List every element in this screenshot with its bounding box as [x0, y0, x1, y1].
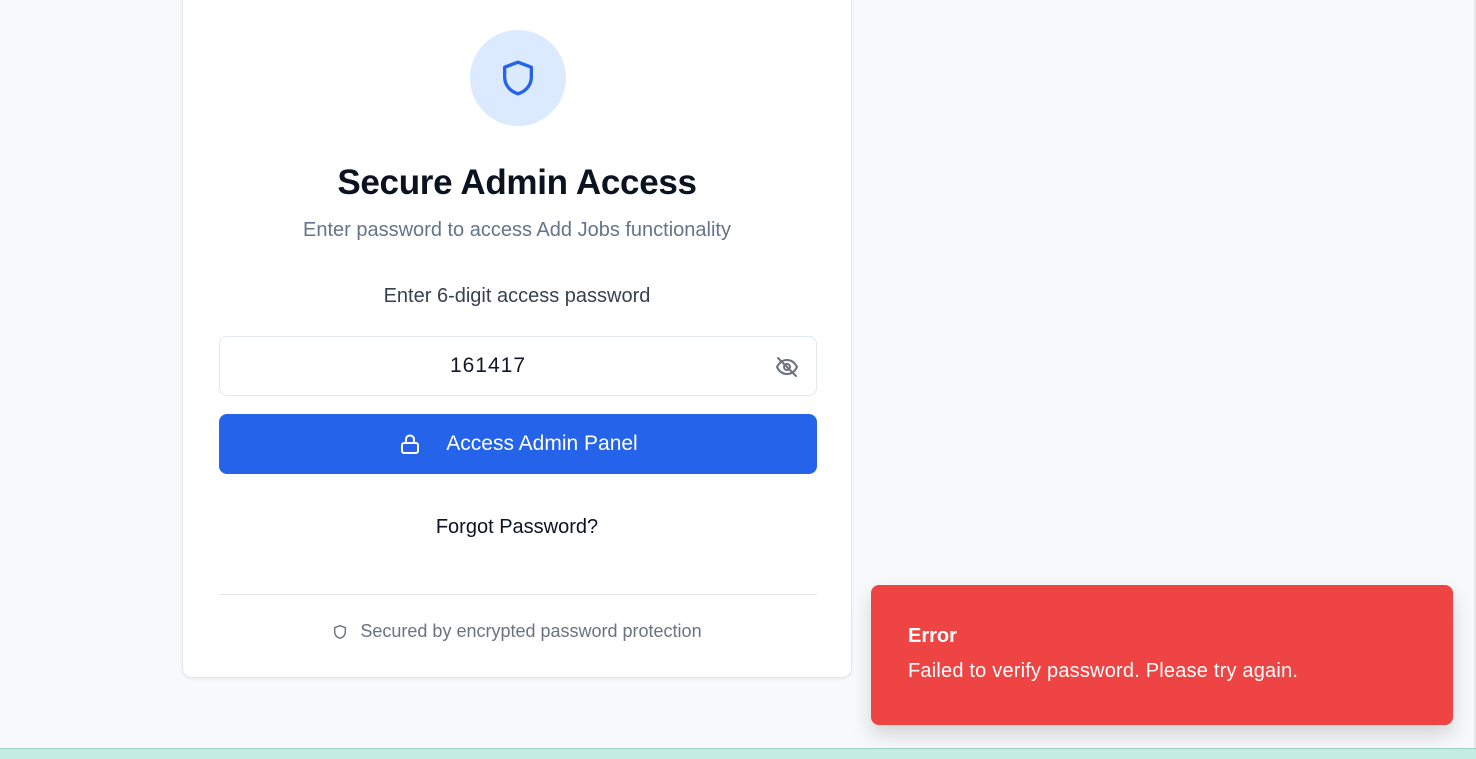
taskbar-strip — [0, 748, 1476, 759]
access-admin-panel-button[interactable]: Access Admin Panel — [219, 414, 817, 474]
page-title: Secure Admin Access — [337, 163, 697, 202]
page-subtitle: Enter password to access Add Jobs functi… — [302, 219, 731, 241]
toast-message: Failed to verify password. Please try ag… — [908, 660, 1299, 682]
eye-off-icon — [776, 357, 798, 377]
shield-icon — [503, 60, 533, 96]
password-label: Enter 6-digit access password — [383, 285, 651, 307]
lock-icon — [401, 434, 420, 454]
toggle-visibility-button[interactable] — [774, 354, 800, 380]
forgot-password-link[interactable]: Forgot Password? — [183, 516, 851, 539]
password-input[interactable] — [220, 337, 816, 395]
security-note: Secured by encrypted password protection — [183, 621, 851, 642]
shield-icon — [334, 624, 347, 639]
toast-title: Error — [908, 625, 957, 647]
login-card: Secure Admin Access Enter password to ac… — [182, 0, 852, 678]
shield-badge — [470, 30, 566, 126]
password-field-wrapper — [219, 336, 817, 396]
divider — [219, 594, 817, 595]
security-note-text: Secured by encrypted password protection — [360, 621, 702, 641]
access-admin-panel-label: Access Admin Panel — [446, 432, 638, 455]
error-toast[interactable]: Error Failed to verify password. Please … — [871, 585, 1453, 725]
